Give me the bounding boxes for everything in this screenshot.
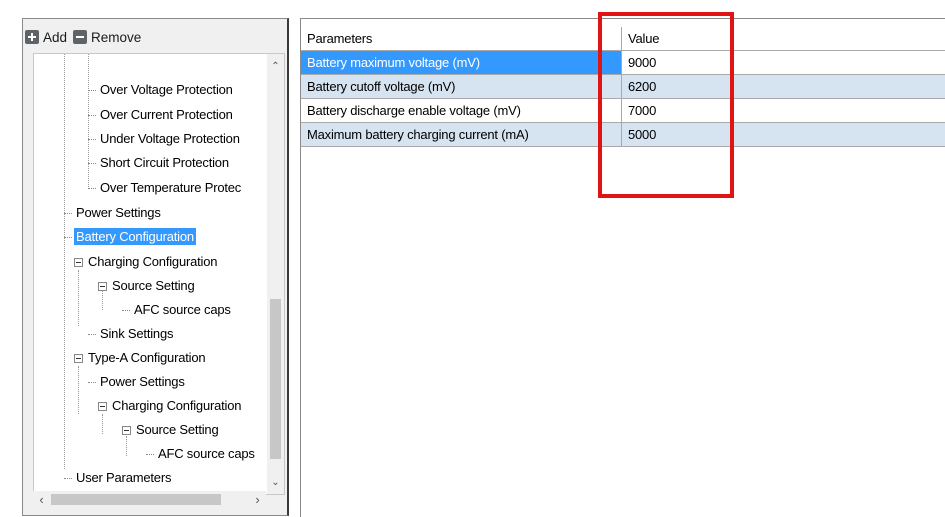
tree-item-type-a-source-setting[interactable]: Source Setting [122, 420, 220, 440]
configuration-tree[interactable]: Over Voltage Protection Over Current Pro… [33, 53, 285, 495]
scroll-left-icon[interactable]: ‹ [33, 491, 50, 508]
scroll-right-icon[interactable]: › [249, 491, 266, 508]
tree-item-over-voltage-protection[interactable]: Over Voltage Protection [88, 80, 235, 100]
horizontal-scrollbar[interactable]: ‹ › [33, 491, 266, 508]
tree-item-over-temperature-protection[interactable]: Over Temperature Protec [88, 178, 243, 198]
remove-button[interactable]: Remove [73, 30, 141, 45]
tree-item-afc-source-caps[interactable]: AFC source caps [122, 300, 233, 320]
vertical-scroll-thumb[interactable] [270, 299, 281, 459]
minus-icon [73, 30, 88, 44]
plus-icon [25, 30, 39, 44]
navigation-panel: Add Remove Over Voltage Protection Over … [22, 18, 289, 516]
collapse-icon[interactable] [122, 426, 131, 436]
tree-item-type-a-configuration[interactable]: Type-A Configuration [74, 348, 207, 368]
collapse-icon[interactable] [74, 258, 83, 268]
tree-item-source-setting[interactable]: Source Setting [98, 276, 196, 296]
tree-item-charging-configuration[interactable]: Charging Configuration [74, 252, 219, 272]
tree-item-over-current-protection[interactable]: Over Current Protection [88, 105, 235, 125]
parameter-name-cell[interactable]: Battery cutoff voltage (mV) [301, 75, 622, 99]
tree-item-type-a-afc-source-caps[interactable]: AFC source caps [146, 444, 257, 464]
collapse-icon[interactable] [98, 402, 107, 412]
scroll-down-icon[interactable]: ⌄ [267, 474, 284, 491]
tree-item-short-circuit-protection[interactable]: Short Circuit Protection [88, 153, 231, 173]
parameter-name-cell[interactable]: Maximum battery charging current (mA) [301, 123, 622, 147]
tree-item-type-a-power-settings[interactable]: Power Settings [88, 372, 187, 392]
parameter-name-cell[interactable]: Battery discharge enable voltage (mV) [301, 99, 622, 123]
parameter-name-cell[interactable]: Battery maximum voltage (mV) [301, 51, 622, 75]
tree-item-user-parameters[interactable]: User Parameters [64, 468, 173, 488]
parameters-column-header[interactable]: Parameters [301, 27, 622, 51]
collapse-icon[interactable] [98, 282, 107, 292]
tree-item-sink-settings[interactable]: Sink Settings [88, 324, 175, 344]
tree-item-power-settings[interactable]: Power Settings [64, 203, 163, 223]
scroll-up-icon[interactable]: ⌃ [267, 58, 284, 75]
collapse-icon[interactable] [74, 354, 83, 364]
tree-item-under-voltage-protection[interactable]: Under Voltage Protection [88, 129, 242, 149]
tree-item-battery-configuration[interactable]: Battery Configuration [64, 227, 196, 247]
remove-label: Remove [91, 29, 142, 45]
add-button[interactable]: Add [25, 30, 67, 45]
tree-toolbar: Add Remove [25, 25, 141, 49]
add-label: Add [43, 29, 68, 45]
value-highlight-box [598, 12, 734, 198]
horizontal-scroll-thumb[interactable] [51, 494, 221, 505]
vertical-scrollbar[interactable]: ⌃ ⌄ [267, 54, 284, 494]
tree-item-type-a-charging-configuration[interactable]: Charging Configuration [98, 396, 243, 416]
